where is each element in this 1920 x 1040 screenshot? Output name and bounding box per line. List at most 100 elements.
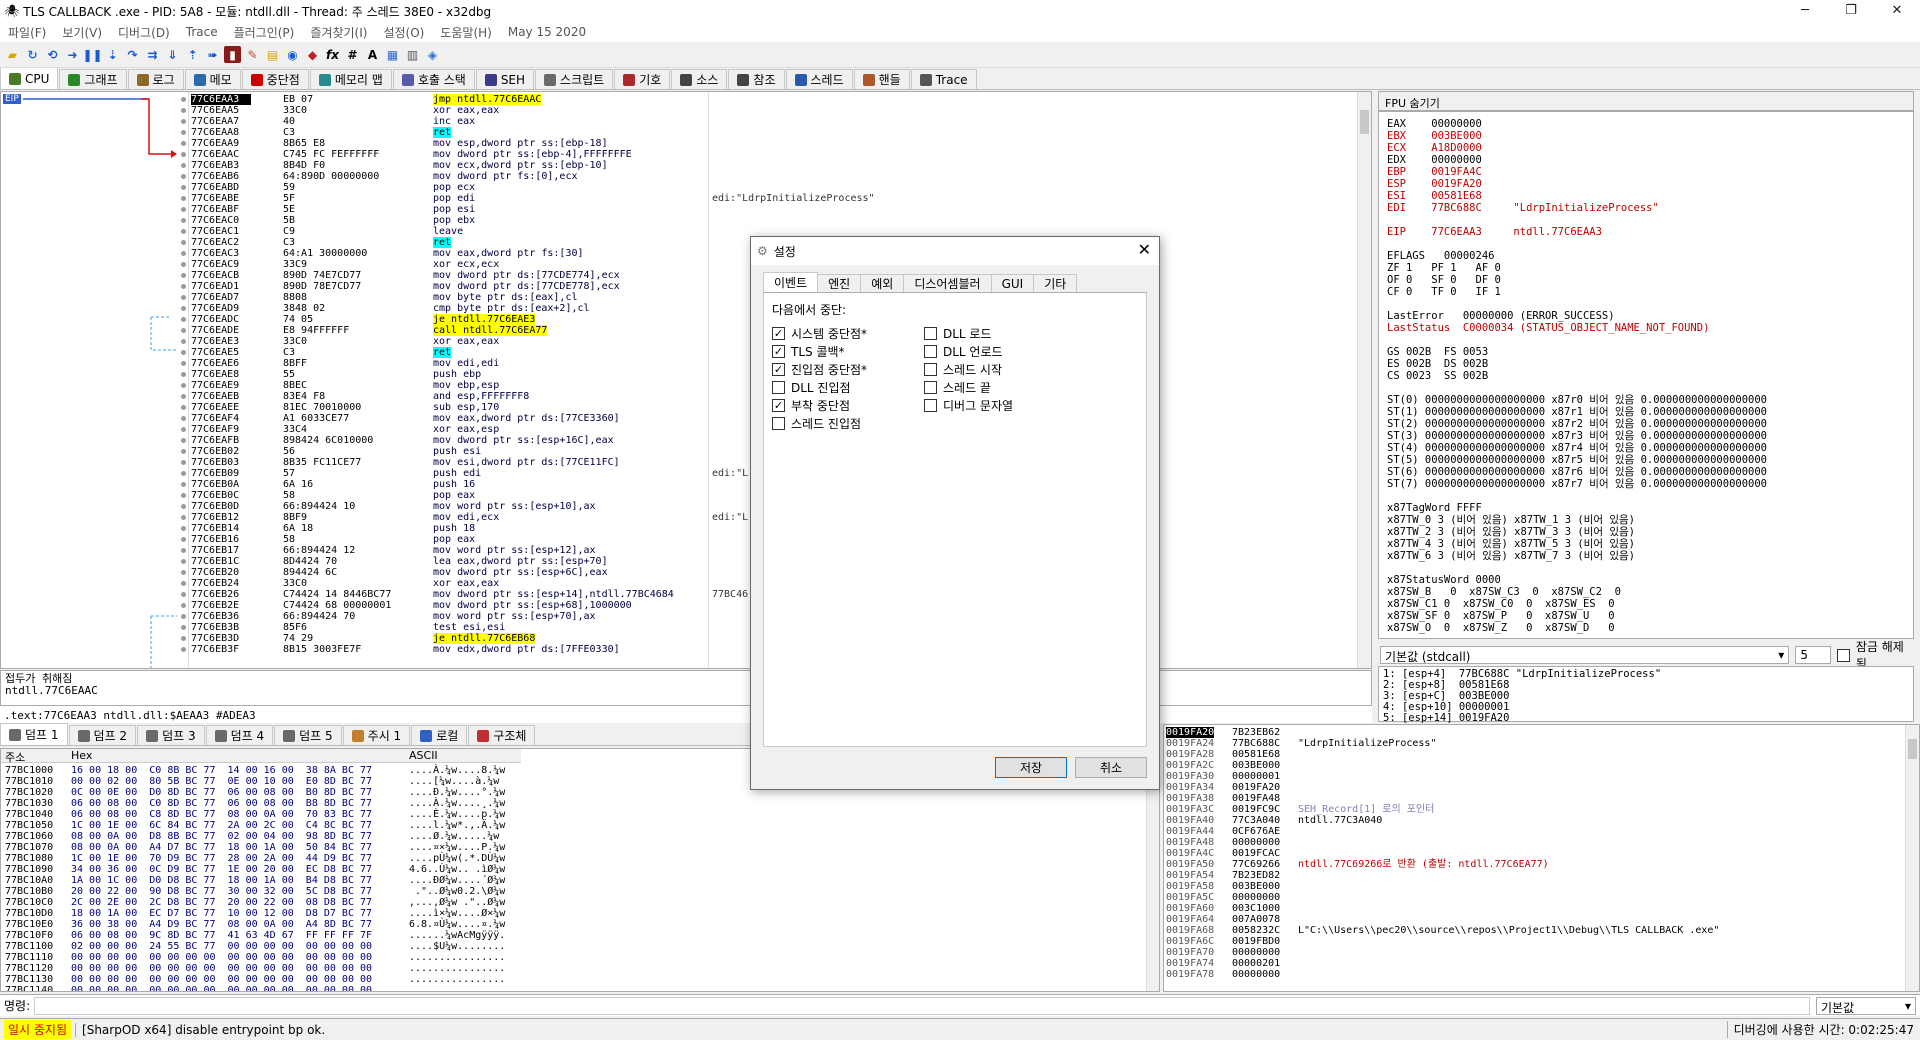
breakpoint-dot[interactable]	[181, 207, 186, 212]
dump-row[interactable]: 77BC1140 00 00 00 00 00 00 00 00 00 00 00…	[1, 985, 1141, 991]
execute-till-return-icon[interactable]: ⇡	[184, 46, 201, 63]
stack-row[interactable]: 0019FA30 00000001	[1166, 771, 1901, 782]
tab-11[interactable]: 참조	[728, 69, 785, 89]
dump-tab-4[interactable]: 덤프 5	[274, 725, 342, 745]
register-line[interactable]: x87SW_SF 0 x87SW_P 0 x87SW_U 0	[1387, 610, 1905, 622]
dump-row[interactable]: 77BC10C0 2C 00 2E 00 2C D8 BC 77 20 00 22…	[1, 897, 1141, 908]
stack-row[interactable]: 0019FA3C 0019FC9C SEH_Record[1] 로의 포인터	[1166, 804, 1901, 815]
tab-0[interactable]: CPU	[0, 68, 59, 89]
register-line[interactable]: ST(0) 0000000000000000000 x87r0 비어 있음 0.…	[1387, 394, 1905, 406]
stack-row[interactable]: 0019FA50 77C69266 ntdll.77C69266로 반환 (출발: …	[1166, 859, 1901, 870]
help-icon[interactable]: ◈	[424, 46, 441, 63]
checkbox-box[interactable]: ✓	[772, 363, 785, 376]
close-window-button[interactable]: ✕	[1874, 0, 1920, 22]
tab-14[interactable]: Trace	[910, 69, 977, 89]
save-button[interactable]: 저장	[995, 757, 1067, 778]
checkbox-right-3[interactable]: 스레드 끝	[924, 379, 991, 396]
dump-row[interactable]: 77BC1030 06 00 08 00 C0 8D BC 77 06 00 08…	[1, 798, 1141, 809]
register-line[interactable]: EIP 77C6EAA3 ntdll.77C6EAA3	[1387, 226, 1905, 238]
breakpoint-dot[interactable]	[181, 438, 186, 443]
register-line[interactable]	[1387, 490, 1905, 502]
breakpoint-dot[interactable]	[181, 350, 186, 355]
register-line[interactable]: x87StatusWord 0000	[1387, 574, 1905, 586]
register-line[interactable]: CF 0 TF 0 IF 1	[1387, 286, 1905, 298]
stack-row[interactable]: 0019FA48 00000000	[1166, 837, 1901, 848]
dump-row[interactable]: 77BC1090 34 00 36 00 0C D9 BC 77 1E 00 20…	[1, 864, 1141, 875]
menu-item[interactable]: 즐겨찾기(I)	[302, 24, 375, 41]
breakpoint-dot[interactable]	[181, 383, 186, 388]
register-line[interactable]: x87SW_B 0 x87SW_C3 0 x87SW_C2 0	[1387, 586, 1905, 598]
register-line[interactable]: x87TW_6 3 (비어 있음) x87TW_7 3 (비어 있음)	[1387, 550, 1905, 562]
breakpoint-dot[interactable]	[181, 262, 186, 267]
breakpoint-dot[interactable]	[181, 471, 186, 476]
register-line[interactable]: LastError 00000000 (ERROR_SUCCESS)	[1387, 310, 1905, 322]
label-icon[interactable]: ◉	[284, 46, 301, 63]
register-line[interactable]: x87TW_2 3 (비어 있음) x87TW_3 3 (비어 있음)	[1387, 526, 1905, 538]
dump-tab-0[interactable]: 덤프 1	[0, 723, 68, 745]
breakpoint-dot[interactable]	[181, 108, 186, 113]
stack-row[interactable]: 0019FA6C 0019FBD0	[1166, 936, 1901, 947]
checkbox-box[interactable]	[924, 363, 937, 376]
dialog-tab-5[interactable]: 기타	[1033, 274, 1078, 292]
stack-row[interactable]: 0019FA40 77C3A040 ntdll.77C3A040	[1166, 815, 1901, 826]
stack-row[interactable]: 0019FA74 00000201	[1166, 958, 1901, 969]
tab-13[interactable]: 핸들	[853, 69, 910, 89]
checkbox-left-1[interactable]: ✓ TLS 콜백*	[772, 343, 845, 360]
minimize-button[interactable]: ─	[1782, 0, 1828, 22]
dump-row[interactable]: 77BC1110 00 00 00 00 00 00 00 00 00 00 00…	[1, 952, 1141, 963]
disasm-row[interactable]: 77C6EABE 5F pop edi edi:"LdrpInitializeProc…	[1, 193, 1351, 204]
register-line[interactable]: x87TW_4 3 (비어 있음) x87TW_5 3 (비어 있음)	[1387, 538, 1905, 550]
dump-row[interactable]: 77BC1100 02 00 00 00 24 55 BC 77 00 00 00…	[1, 941, 1141, 952]
breakpoint-dot[interactable]	[181, 372, 186, 377]
dump-tab-2[interactable]: 덤프 3	[137, 725, 205, 745]
disasm-row[interactable]: 77C6EAB3 8B4D F0 mov ecx,dword ptr ss:[ebp…	[1, 160, 1351, 171]
strings-icon[interactable]: A	[364, 46, 381, 63]
breakpoint-dot[interactable]	[181, 251, 186, 256]
stack-row[interactable]: 0019FA78 00000000	[1166, 969, 1901, 980]
register-line[interactable]: ST(7) 0000000000000000000 x87r7 비어 있음 0.…	[1387, 478, 1905, 490]
breakpoint-dot[interactable]	[181, 218, 186, 223]
comment-icon[interactable]: ▤	[264, 46, 281, 63]
breakpoint-dot[interactable]	[181, 339, 186, 344]
register-line[interactable]: ST(2) 0000000000000000000 x87r2 비어 있음 0.…	[1387, 418, 1905, 430]
breakpoint-dot[interactable]	[181, 284, 186, 289]
disasm-row[interactable]: 77C6EABF 5E pop esi	[1, 204, 1351, 215]
checkbox-right-4[interactable]: 디버그 문자열	[924, 397, 1013, 414]
dialog-tab-1[interactable]: 엔진	[817, 274, 862, 292]
stack-row[interactable]: 0019FA60 003C1000	[1166, 903, 1901, 914]
notes-icon[interactable]: ▥	[404, 46, 421, 63]
breakpoint-dot[interactable]	[181, 306, 186, 311]
breakpoint-dot[interactable]	[181, 361, 186, 366]
tab-12[interactable]: 스레드	[785, 69, 853, 89]
tab-8[interactable]: 스크립트	[535, 69, 614, 89]
checkbox-box[interactable]	[772, 417, 785, 430]
register-line[interactable]	[1387, 214, 1905, 226]
register-line[interactable]: CS 0023 SS 002B	[1387, 370, 1905, 382]
dump-tab-5[interactable]: 주시 1	[342, 725, 411, 745]
breakpoint-dot[interactable]	[181, 581, 186, 586]
checkbox-right-1[interactable]: DLL 언로드	[924, 343, 1003, 360]
menu-item[interactable]: May 15 2020	[500, 25, 594, 39]
checkbox-box[interactable]: ✓	[772, 345, 785, 358]
register-line[interactable]: x87TagWord FFFF	[1387, 502, 1905, 514]
patch-icon[interactable]: ✎	[244, 46, 261, 63]
stack-row[interactable]: 0019FA70 00000000	[1166, 947, 1901, 958]
dump-row[interactable]: 77BC10A0 1A 00 1C 00 D0 D8 BC 77 18 00 1A…	[1, 875, 1141, 886]
checkbox-box[interactable]	[924, 345, 937, 358]
disasm-row[interactable]: 77C6EAAC C745 FC FEFFFFFF mov dword ptr ss…	[1, 149, 1351, 160]
register-line[interactable]: LastStatus C0000034 (STATUS_OBJECT_NAME_…	[1387, 322, 1905, 334]
stack-scrollbar[interactable]	[1905, 725, 1919, 991]
stack-row[interactable]: 0019FA2C 003BE000	[1166, 760, 1901, 771]
register-line[interactable]: EFLAGS 00000246	[1387, 250, 1905, 262]
breakpoint-dot[interactable]	[181, 504, 186, 509]
menu-item[interactable]: 도움말(H)	[432, 24, 500, 41]
breakpoint-dot[interactable]	[181, 240, 186, 245]
breakpoint-dot[interactable]	[181, 185, 186, 190]
checkbox-right-2[interactable]: 스레드 시작	[924, 361, 1002, 378]
checkbox-left-4[interactable]: ✓ 부착 중단점	[772, 397, 850, 414]
disassembly-view[interactable]: EIP 77C6EAA3 EB 07 jmp ntdll.77C6EAAC 77C6E…	[0, 91, 1372, 669]
command-mode-select[interactable]: 기본값 ▾	[1816, 996, 1916, 1015]
run-to-user-icon[interactable]: ➠	[204, 46, 221, 63]
command-input[interactable]	[34, 996, 1810, 1015]
tab-3[interactable]: 메모	[184, 69, 241, 89]
